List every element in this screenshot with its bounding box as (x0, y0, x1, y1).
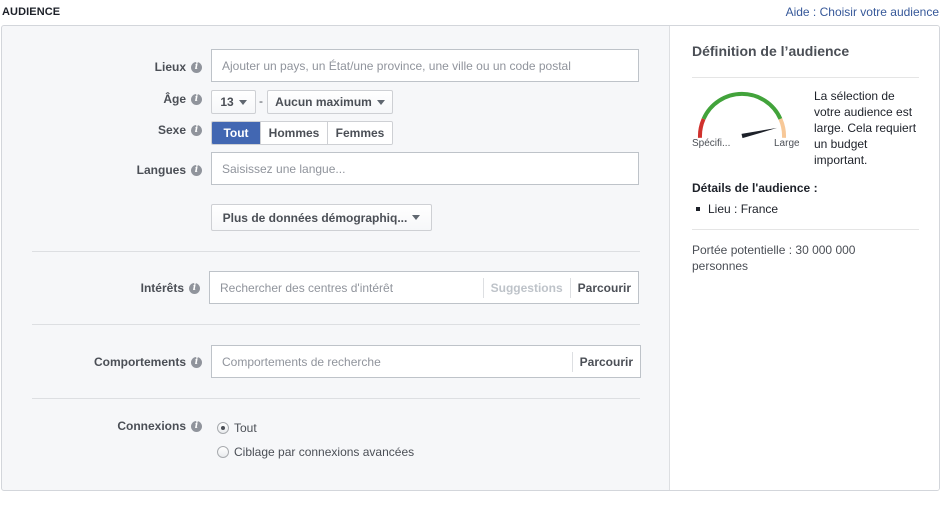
bullet-icon (696, 207, 700, 211)
details-list-item: Lieu : France (696, 202, 778, 216)
behaviors-input[interactable] (212, 346, 572, 377)
divider (32, 251, 640, 252)
gauge-description: La sélection de votre audience est large… (814, 89, 917, 167)
radio-checked-icon[interactable] (217, 422, 229, 434)
divider (692, 229, 919, 230)
connections-label-text: Connexions (117, 419, 186, 433)
interests-input[interactable] (210, 272, 483, 303)
locations-label-text: Lieux (154, 60, 186, 74)
languages-label-text: Langues (136, 163, 186, 177)
more-demographics-dropdown[interactable]: Plus de données démographiq... (211, 204, 432, 231)
info-icon[interactable]: i (191, 124, 202, 136)
audience-card: Lieux i Âge i 13 - Aucun maximum Sexe i … (1, 25, 940, 491)
info-icon[interactable]: i (191, 93, 202, 105)
info-icon[interactable]: i (191, 420, 202, 432)
details-title: Détails de l'audience : (692, 181, 818, 195)
languages-label: Langues i (82, 162, 202, 178)
potential-reach: Portée potentielle : 30 000 000 personne… (692, 243, 856, 273)
gender-segmented-control: Tout Hommes Femmes (211, 121, 393, 145)
divider (32, 324, 640, 325)
behaviors-label-text: Comportements (93, 355, 186, 369)
interests-label: Intérêts i (82, 280, 200, 296)
locations-field[interactable] (211, 49, 639, 82)
divider (692, 77, 919, 78)
gauge-arc-narrow (697, 118, 706, 138)
connections-option-all-label: Tout (234, 421, 257, 435)
gauge-left-label: Spécifi... (692, 138, 731, 149)
info-icon[interactable]: i (191, 356, 202, 368)
radio-unchecked-icon[interactable] (217, 446, 229, 458)
connections-option-advanced[interactable]: Ciblage par connexions avancées (217, 445, 414, 459)
gender-label: Sexe i (82, 122, 202, 138)
locations-label: Lieux i (82, 59, 202, 75)
age-max-value: Aucun maximum (275, 95, 372, 109)
info-icon[interactable]: i (189, 282, 200, 294)
help-link[interactable]: Aide : Choisir votre audience (786, 5, 939, 19)
suggestions-button[interactable]: Suggestions (482, 277, 570, 298)
locations-input[interactable] (212, 50, 638, 81)
section-title: AUDIENCE (2, 6, 61, 18)
more-demographics-label: Plus de données démographiq... (222, 210, 408, 225)
behaviors-label: Comportements i (62, 354, 202, 370)
chevron-down-icon (238, 99, 247, 105)
age-label: Âge i (82, 91, 202, 107)
age-label-text: Âge (163, 92, 186, 106)
gauge-arc-broad (778, 118, 787, 138)
chevron-down-icon (412, 215, 421, 220)
divider (32, 398, 640, 399)
connections-option-advanced-label: Ciblage par connexions avancées (234, 445, 415, 459)
gender-label-text: Sexe (157, 123, 186, 137)
gender-option-all[interactable]: Tout (212, 122, 260, 144)
behaviors-browse-button[interactable]: Parcourir (571, 351, 640, 372)
gauge-needle (741, 127, 778, 139)
panel-title: Définition de l’audience (692, 43, 850, 59)
audience-definition-panel: Définition de l’audience Spécifi... Larg… (669, 26, 939, 490)
interests-browse-button[interactable]: Parcourir (569, 277, 638, 298)
connections-label: Connexions i (82, 418, 202, 434)
info-icon[interactable]: i (191, 164, 202, 176)
age-max-dropdown[interactable]: Aucun maximum (267, 90, 393, 114)
detail-location: Lieu : France (708, 202, 779, 216)
interests-field[interactable]: Suggestions Parcourir (209, 271, 639, 304)
info-icon[interactable]: i (191, 61, 202, 73)
gauge-arc-good (701, 91, 783, 120)
behaviors-field[interactable]: Parcourir (211, 345, 641, 378)
age-separator: - (259, 94, 263, 108)
connections-option-all[interactable]: Tout (217, 421, 257, 435)
audience-gauge: Spécifi... Large (692, 86, 800, 156)
age-min-value: 13 (220, 95, 234, 109)
gender-option-men[interactable]: Hommes (260, 122, 327, 144)
languages-field[interactable] (211, 152, 639, 185)
age-min-dropdown[interactable]: 13 (211, 90, 256, 114)
gauge-right-label: Large (774, 138, 800, 149)
interests-label-text: Intérêts (140, 281, 184, 295)
gender-option-women[interactable]: Femmes (327, 122, 392, 144)
languages-input[interactable] (212, 153, 638, 184)
chevron-down-icon (376, 99, 385, 105)
